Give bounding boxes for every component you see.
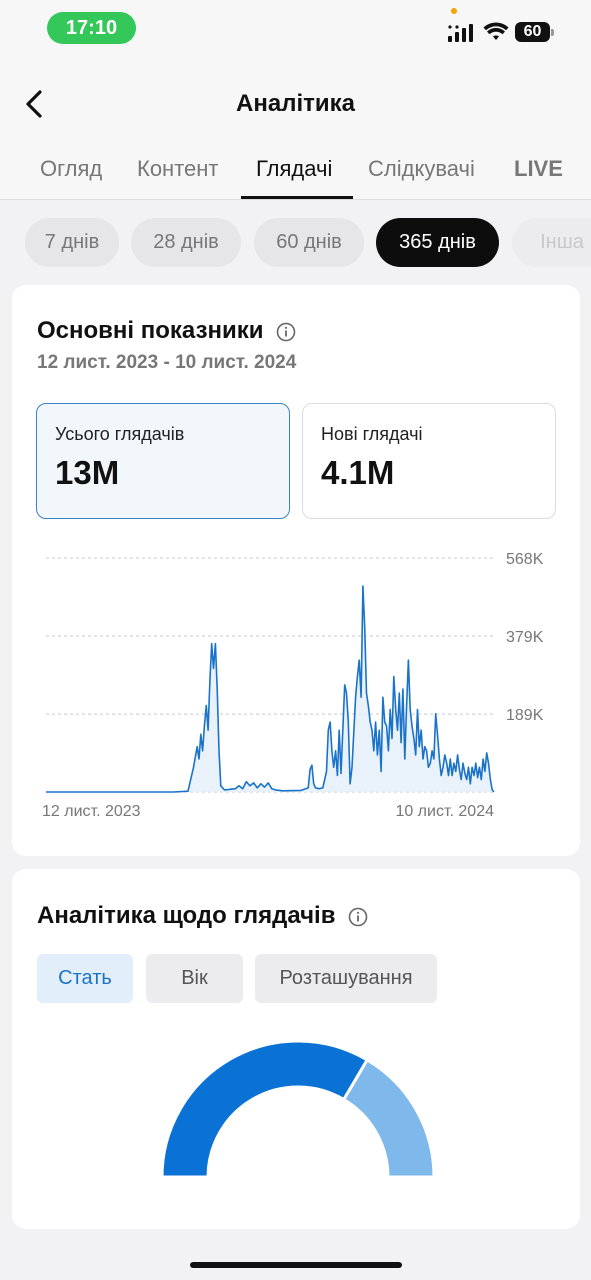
- page-title: Аналітика: [236, 90, 355, 117]
- metric-value: 4.1M: [321, 454, 395, 491]
- gauge-segment-secondary: [341, 1057, 436, 1179]
- period-selector: 7 днів 28 днів 60 днів 365 днів Інша: [0, 218, 591, 268]
- battery-indicator: 60: [515, 22, 555, 42]
- header: Аналітика Огляд Контент Глядачі Слідкува…: [0, 60, 591, 200]
- tab-viewers[interactable]: Глядачі: [256, 156, 332, 182]
- filter-gender[interactable]: Стать: [37, 954, 133, 1003]
- audience-title: Аналітика щодо глядачів: [37, 902, 336, 929]
- period-chip-custom[interactable]: Інша: [512, 218, 591, 267]
- metric-label: Усього глядачів: [55, 424, 185, 444]
- filter-age[interactable]: Вік: [146, 954, 243, 1003]
- viewers-line-chart[interactable]: 568K 379K 189K 12 лист. 2023 10 лист. 2024: [42, 540, 562, 825]
- battery-level: 60: [515, 22, 550, 42]
- tab-followers[interactable]: Слідкувачі: [368, 156, 475, 182]
- status-bar: 17:10 60: [0, 0, 591, 60]
- audience-title-row: Аналітика щодо глядачів: [37, 902, 368, 930]
- gender-gauge-chart: [160, 1039, 436, 1179]
- filter-location[interactable]: Розташування: [255, 954, 437, 1003]
- chart-area-fill: [46, 586, 494, 792]
- y-tick-label: 379K: [506, 629, 544, 646]
- y-tick-label: 189K: [506, 707, 544, 724]
- y-tick-label: 568K: [506, 551, 544, 568]
- metric-new-viewers[interactable]: Нові глядачі 4.1M: [302, 403, 556, 519]
- date-range: 12 лист. 2023 - 10 лист. 2024: [37, 352, 297, 373]
- x-start-label: 12 лист. 2023: [42, 803, 141, 820]
- key-metrics-card: Основні показники 12 лист. 2023 - 10 лис…: [12, 285, 580, 856]
- tab-bar: Огляд Контент Глядачі Слідкувачі LIVE: [0, 148, 591, 200]
- metric-total-viewers[interactable]: Усього глядачів 13M: [36, 403, 290, 519]
- status-time: 17:10: [47, 12, 136, 44]
- active-tab-indicator: [241, 196, 353, 199]
- period-chip-7-days[interactable]: 7 днів: [25, 218, 119, 267]
- period-chip-28-days[interactable]: 28 днів: [131, 218, 241, 267]
- wifi-icon: [483, 22, 509, 40]
- gauge-segment-primary: [160, 1039, 370, 1179]
- period-chip-60-days[interactable]: 60 днів: [254, 218, 364, 267]
- tab-overview[interactable]: Огляд: [40, 156, 102, 182]
- tab-live[interactable]: LIVE: [514, 156, 563, 182]
- period-chip-365-days[interactable]: 365 днів: [376, 218, 499, 267]
- battery-tip: [551, 29, 554, 36]
- key-metrics-title: Основні показники: [37, 317, 264, 344]
- key-metrics-title-row: Основні показники: [37, 317, 296, 345]
- info-icon[interactable]: [276, 322, 296, 342]
- metric-value: 13M: [55, 454, 120, 491]
- info-icon[interactable]: [348, 907, 368, 927]
- x-end-label: 10 лист. 2024: [395, 803, 494, 820]
- cellular-signal-icon: [448, 24, 473, 42]
- audience-analytics-card: Аналітика щодо глядачів Стать Вік Розташ…: [12, 869, 580, 1229]
- metric-label: Нові глядачі: [321, 424, 423, 444]
- tab-content[interactable]: Контент: [137, 156, 219, 182]
- home-indicator[interactable]: [190, 1262, 402, 1268]
- privacy-indicator-dot: [451, 8, 457, 14]
